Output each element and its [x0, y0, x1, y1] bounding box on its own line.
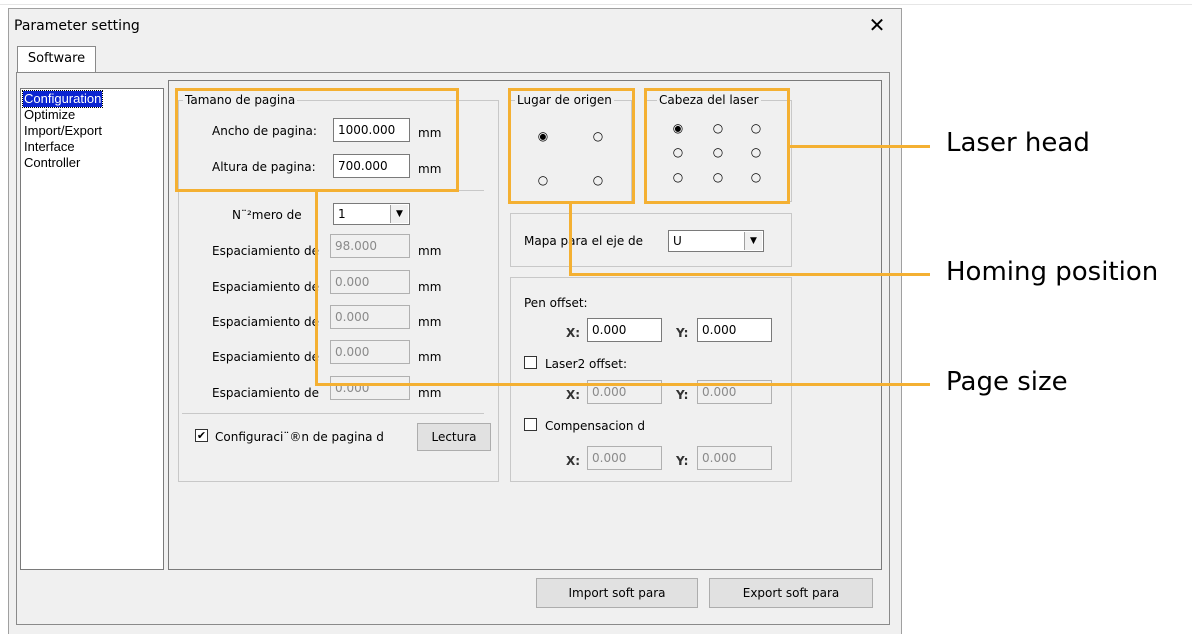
x-label: X: [566, 388, 581, 402]
page-config-label: Configuraci¨®n de pagina d [215, 430, 384, 444]
spacing-input[interactable]: 0.000 [330, 270, 410, 294]
y-label: Y: [676, 388, 689, 402]
callout-page-size: Page size [946, 367, 1068, 397]
spacing-label: Espaciamiento de [212, 350, 319, 364]
pen-offset-y-input[interactable]: 0.000 [697, 318, 772, 342]
origin-highlight [508, 88, 635, 204]
background-grid-line [0, 4, 1192, 5]
tree-item-interface[interactable]: Interface [23, 139, 76, 155]
tree-item-controller[interactable]: Controller [23, 155, 81, 171]
spacing-unit: mm [418, 386, 442, 400]
spacing-input[interactable]: 98.000 [330, 234, 410, 258]
page-size-connector [315, 383, 930, 386]
settings-tree: Configuration Optimize Import/Export Int… [20, 88, 164, 570]
axis-map-label: Mapa para el eje de [524, 234, 644, 248]
spacing-label: Espaciamiento de [212, 244, 319, 258]
tree-item-import-export[interactable]: Import/Export [23, 123, 103, 139]
axis-map-select[interactable]: U ▼ [668, 230, 764, 252]
callout-homing-position: Homing position [946, 257, 1159, 287]
compensation-checkbox[interactable] [524, 418, 537, 431]
laser2-offset-label: Laser2 offset: [545, 357, 628, 371]
spacing-label: Espaciamiento de [212, 280, 319, 294]
laser-head-highlight [644, 88, 790, 204]
spacing-input[interactable]: 0.000 [330, 376, 410, 400]
laser2-offset-checkbox[interactable] [524, 356, 537, 369]
x-label: X: [566, 454, 581, 468]
x-label: X: [566, 326, 581, 340]
pen-offset-label: Pen offset: [524, 296, 588, 310]
axis-map-value: U [673, 234, 682, 248]
separator [182, 413, 484, 414]
close-icon[interactable]: ✕ [866, 14, 888, 36]
export-soft-para-button[interactable]: Export soft para [709, 578, 873, 608]
homing-connector [569, 273, 930, 276]
dialog-title: Parameter setting [14, 18, 140, 34]
chevron-down-icon[interactable]: ▼ [744, 232, 762, 250]
page-config-checkbox[interactable]: ✔ [195, 429, 208, 442]
head-count-select[interactable]: 1 ▼ [333, 203, 410, 225]
spacing-input[interactable]: 0.000 [330, 305, 410, 329]
tree-item-optimize[interactable]: Optimize [23, 107, 76, 123]
compensation-x-input[interactable]: 0.000 [587, 446, 662, 470]
page-size-connector [315, 192, 318, 386]
spacing-unit: mm [418, 350, 442, 364]
y-label: Y: [676, 454, 689, 468]
page-size-highlight [175, 88, 459, 192]
compensation-y-input[interactable]: 0.000 [697, 446, 772, 470]
homing-connector [569, 204, 572, 276]
callout-laser-head: Laser head [946, 128, 1090, 158]
import-soft-para-button[interactable]: Import soft para [536, 578, 698, 608]
compensation-label: Compensacion d [545, 419, 645, 433]
spacing-label: Espaciamiento de [212, 315, 319, 329]
head-count-label: N¨²mero de [232, 208, 302, 222]
laser-head-connector [790, 145, 930, 148]
read-button[interactable]: Lectura [417, 423, 491, 451]
spacing-unit: mm [418, 280, 442, 294]
chevron-down-icon[interactable]: ▼ [390, 205, 408, 223]
spacing-unit: mm [418, 315, 442, 329]
pen-offset-x-input[interactable]: 0.000 [587, 318, 662, 342]
spacing-label: Espaciamiento de [212, 386, 319, 400]
spacing-unit: mm [418, 244, 442, 258]
y-label: Y: [676, 326, 689, 340]
spacing-input[interactable]: 0.000 [330, 340, 410, 364]
tab-software[interactable]: Software [17, 46, 96, 72]
tree-item-configuration[interactable]: Configuration [21, 90, 104, 108]
head-count-value: 1 [338, 207, 346, 221]
